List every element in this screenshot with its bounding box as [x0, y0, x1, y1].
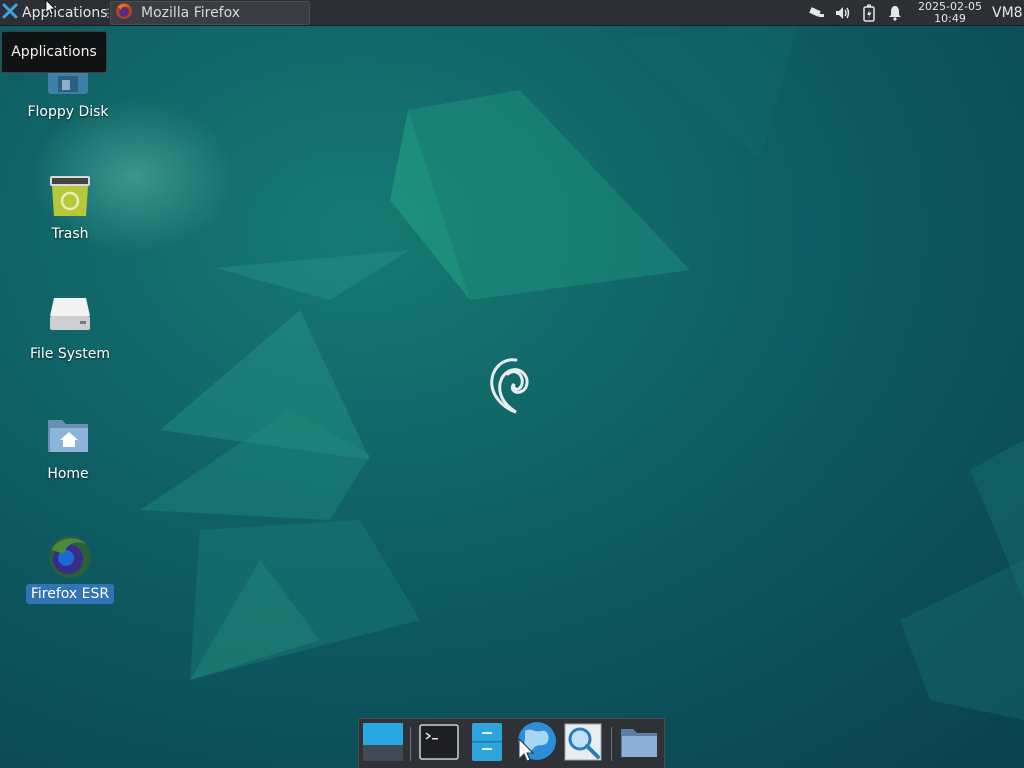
dock-separator — [611, 727, 612, 761]
dock-terminal-button[interactable] — [417, 723, 461, 765]
desktop-icon-file-system[interactable]: File System — [22, 292, 118, 364]
desktop-icon-home[interactable]: Home — [20, 412, 116, 484]
tooltip-text: Applications — [11, 44, 97, 60]
taskbar-button-firefox[interactable]: Mozilla Firefox — [110, 1, 310, 25]
desktop-icon-label: Firefox ESR — [25, 584, 115, 604]
dock-app-finder-button[interactable] — [561, 723, 605, 765]
battery-icon[interactable] — [856, 0, 882, 26]
dock-separator — [410, 727, 411, 761]
dock-file-manager-button[interactable] — [465, 723, 509, 765]
desktop-icon-firefox-esr[interactable]: Firefox ESR — [22, 532, 118, 604]
file-manager-icon — [470, 722, 504, 766]
bottom-dock — [358, 718, 665, 768]
network-icon[interactable] — [804, 0, 830, 26]
desktop-icon-label: File System — [29, 346, 111, 362]
desktop-icon-label: Home — [47, 466, 89, 482]
dock-web-browser-button[interactable] — [513, 721, 557, 767]
desktop-icon-label: Trash — [51, 226, 89, 242]
hostname-label: VM8 — [992, 5, 1022, 21]
firefox-icon — [46, 532, 94, 580]
debian-logo — [490, 358, 529, 414]
desktop-icon-label: Floppy Disk — [27, 104, 109, 120]
system-tray: 2025-02-05 10:49 VM8 — [804, 0, 1024, 26]
app-finder-icon — [563, 722, 603, 766]
dock-show-desktop-button[interactable] — [361, 723, 405, 765]
taskbar-label: Mozilla Firefox — [141, 5, 241, 21]
folder-icon — [619, 725, 659, 763]
top-panel: Applications ⋮ Mozilla Firefox 2025-02-0… — [0, 0, 1024, 26]
web-browser-icon — [513, 721, 557, 767]
notification-bell-icon[interactable] — [882, 0, 908, 26]
desktop-icon-trash[interactable]: Trash — [22, 172, 118, 244]
volume-icon[interactable] — [830, 0, 856, 26]
home-folder-icon — [44, 412, 92, 460]
mouse-cursor-icon — [45, 0, 56, 16]
trash-icon — [46, 172, 94, 220]
firefox-icon — [115, 2, 133, 24]
file-system-icon — [46, 292, 94, 340]
applications-label: Applications — [22, 5, 108, 21]
clock-time: 10:49 — [934, 12, 966, 25]
applications-tooltip: Applications — [1, 31, 107, 73]
xfce-logo-icon — [2, 3, 18, 23]
terminal-icon — [419, 724, 459, 764]
dock-folder-button[interactable] — [617, 723, 661, 765]
show-desktop-icon — [362, 722, 404, 766]
panel-clock[interactable]: 2025-02-05 10:49 — [912, 1, 988, 25]
